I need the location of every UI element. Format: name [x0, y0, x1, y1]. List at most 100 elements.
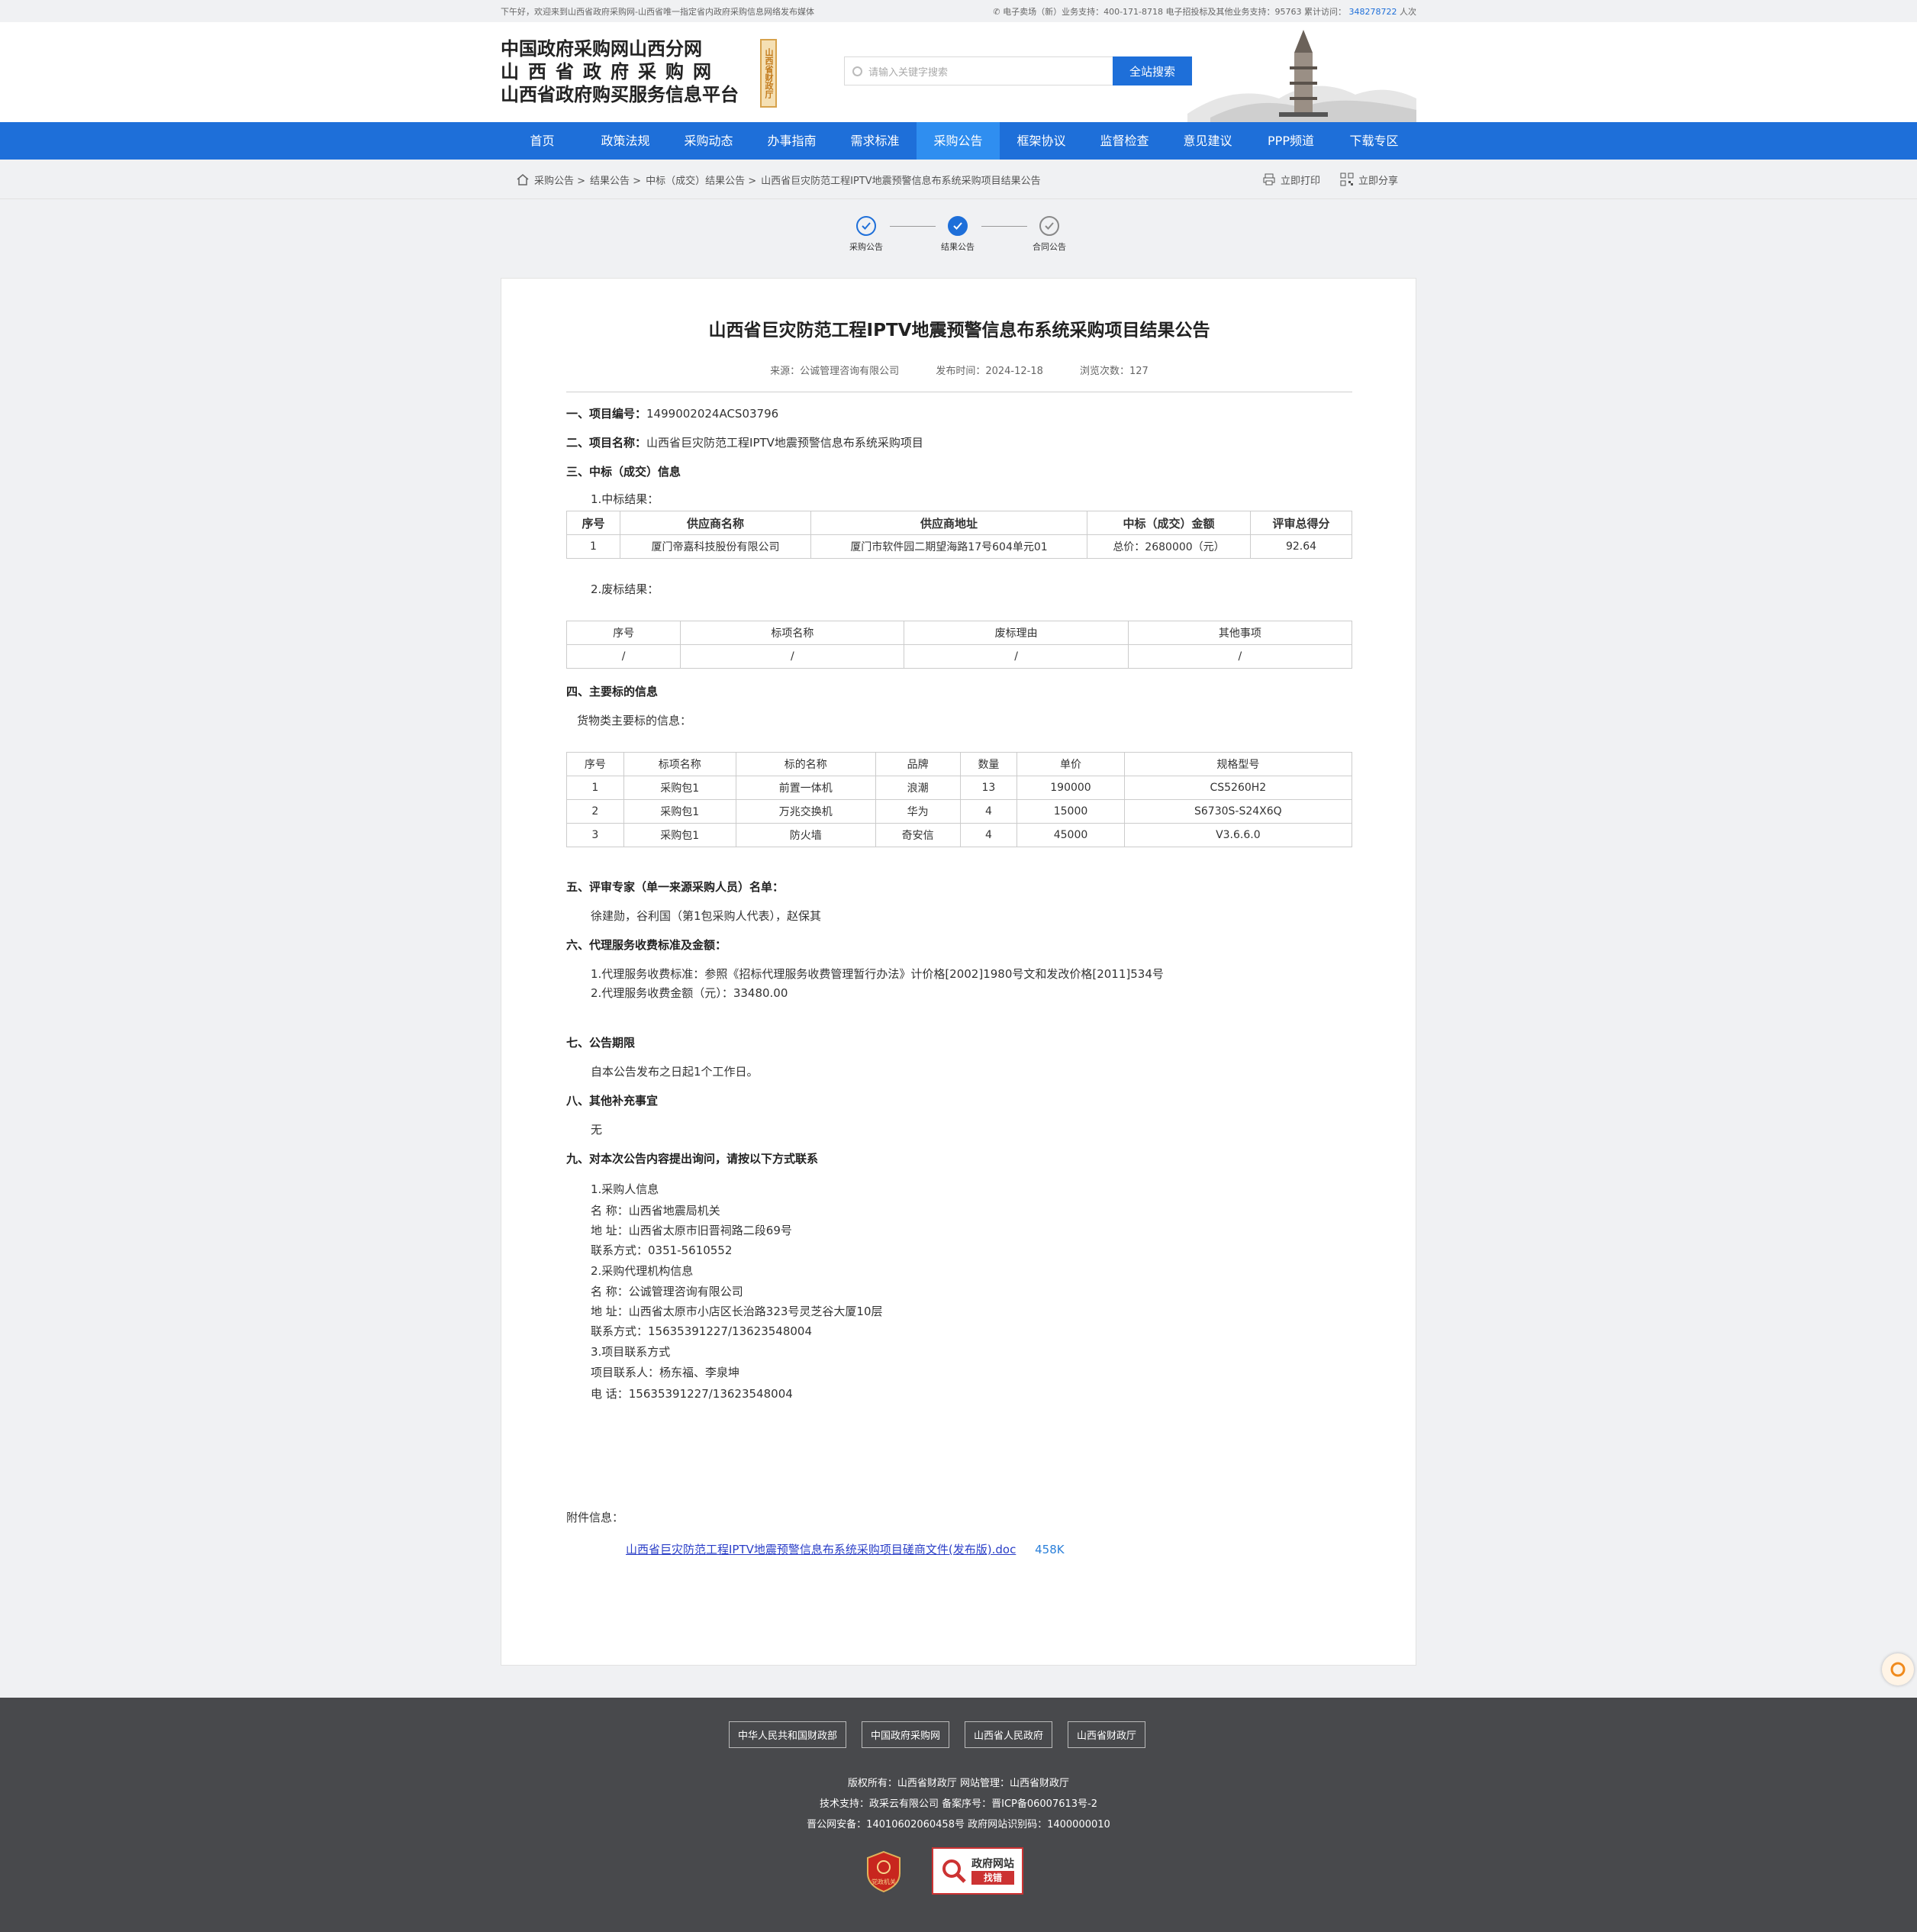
footer-copyright: 版权所有：山西省财政厅 网站管理：山西省财政厅	[847, 1778, 1070, 1789]
top-bar: 下午好，欢迎来到山西省政府采购网-山西省唯一指定省内政府采购信息网络发布媒体 ✆…	[0, 0, 1917, 22]
search-button[interactable]: 全站搜索	[1113, 56, 1192, 85]
share-button[interactable]: 立即分享	[1340, 173, 1398, 187]
contact-project-person: 项目联系人：杨东福、李泉坤	[591, 1366, 740, 1379]
contact-project-title: 3.项目联系方式	[591, 1345, 671, 1359]
breadcrumb-current: 山西省巨灾防范工程IPTV地震预警信息布系统采购项目结果公告	[761, 175, 1041, 187]
failed-table: 序号 标项名称 废标理由 其他事项 / / / /	[565, 621, 1353, 669]
welcome-text: 下午好，欢迎来到山西省政府采购网-山西省唯一指定省内政府采购信息网络发布媒体	[501, 6, 814, 17]
footer-links: 中华人民共和国财政部 中国政府采购网 山西省人民政府 山西省财政厅	[729, 1721, 1146, 1748]
party-government-badge-icon[interactable]: 党政机关	[866, 1850, 901, 1893]
nav-downloads[interactable]: 下载专区	[1332, 122, 1416, 160]
error-report-text: 政府网站 找错	[971, 1858, 1014, 1885]
other-value: 无	[591, 1123, 603, 1137]
step-contract[interactable]: 合同公告	[1019, 216, 1080, 253]
footer-record: 晋公网安备：14010602060458号 政府网站识别码：1400000010	[807, 1819, 1110, 1830]
nav-standards[interactable]: 需求标准	[833, 122, 917, 160]
project-number: 一、项目编号：1499002024ACS03796	[566, 407, 779, 421]
table-row: 1 采购包1 前置一体机 浪潮 13 190000 CS5260H2	[566, 776, 1353, 800]
phone-icon: ✆	[993, 6, 1004, 17]
section-goods: 四、主要标的信息	[566, 685, 659, 698]
footer-link-mof[interactable]: 中华人民共和国财政部	[729, 1721, 847, 1748]
print-label: 立即打印	[1280, 175, 1320, 187]
section-agency-fee: 六、代理服务收费标准及金额：	[566, 938, 727, 952]
logo-line-3: 山西省政府购买服务信息平台	[501, 83, 739, 105]
site-logo[interactable]: 中国政府采购网山西分网 山西省政府采购网 山西省政府购买服务信息平台	[501, 37, 739, 106]
breadcrumb-procurement[interactable]: 采购公告 >	[534, 173, 585, 187]
table-row: 1 厦门帝嘉科技股份有限公司 厦门市软件园二期望海路17号604单元01 总价：…	[566, 534, 1352, 559]
contact-project-phone: 电 话：15635391227/13623548004	[591, 1387, 793, 1401]
finance-dept-seal: 山西省财政厅	[760, 39, 777, 108]
article-views: 浏览次数：127	[1080, 366, 1149, 377]
nav-supervision[interactable]: 监督检查	[1083, 122, 1166, 160]
footer-tech-support: 技术支持：政采云有限公司 备案序号：晋ICP备06007613号-2	[819, 1798, 1097, 1810]
section-period: 七、公告期限	[566, 1036, 636, 1050]
table-row: 2 采购包1 万兆交换机 华为 4 15000 S6730S-S24X6Q	[566, 799, 1353, 824]
search-input[interactable]: 请输入关键字搜索	[844, 56, 1113, 85]
announcement-content: 山西省巨灾防范工程IPTV地震预警信息布系统采购项目结果公告 来源：公诚管理咨询…	[501, 278, 1416, 1666]
award-result-label: 1.中标结果：	[591, 492, 659, 506]
step-label: 合同公告	[1033, 242, 1066, 252]
print-button[interactable]: 立即打印	[1262, 173, 1320, 187]
footer-link-ccgp[interactable]: 中国政府采购网	[862, 1721, 950, 1748]
gov-site-error-report[interactable]: 政府网站 找错	[932, 1847, 1023, 1895]
contact-agency-name: 名 称：公诚管理咨询有限公司	[591, 1285, 743, 1298]
nav-feedback[interactable]: 意见建议	[1166, 122, 1249, 160]
contact-buyer-name: 名 称：山西省地震局机关	[591, 1204, 720, 1218]
section-experts: 五、评审专家（单一来源采购人员）名单：	[566, 880, 785, 894]
support-text: 电子卖场（新）业务支持：400-171-8718 电子招投标及其他业务支持：95…	[1003, 6, 1302, 17]
main-nav: 首页 政策法规 采购动态 办事指南 需求标准 采购公告 框架协议 监督检查 意见…	[0, 122, 1917, 160]
period-value: 自本公告发布之日起1个工作日。	[591, 1065, 759, 1079]
footer-link-finance-dept[interactable]: 山西省财政厅	[1068, 1721, 1146, 1748]
search-icon	[852, 66, 862, 76]
contact-buyer-phone: 联系方式：0351-5610552	[591, 1243, 733, 1257]
section-other: 八、其他补充事宜	[566, 1094, 659, 1108]
logo-line-2: 山西省政府采购网	[501, 60, 720, 82]
attachment-size: 458K	[1035, 1543, 1065, 1556]
failed-result-label: 2.废标结果：	[591, 582, 659, 596]
search-placeholder: 请输入关键字搜索	[868, 66, 949, 79]
attachment-label: 附件信息：	[566, 1511, 624, 1524]
check-icon	[948, 216, 968, 236]
article-source: 来源：公诚管理咨询有限公司	[770, 366, 900, 377]
visit-label: 累计访问：	[1304, 6, 1346, 17]
site-header: 中国政府采购网山西分网 山西省政府采购网 山西省政府购买服务信息平台 山西省财政…	[0, 22, 1917, 122]
attachment-link[interactable]: 山西省巨灾防范工程IPTV地震预警信息布系统采购项目磋商文件(发布版).doc	[626, 1543, 1016, 1556]
page-title: 山西省巨灾防范工程IPTV地震预警信息布系统采购项目结果公告	[708, 321, 1210, 340]
fee-amount: 2.代理服务收费金额（元）：33480.00	[591, 986, 788, 1000]
table-row: / / / /	[565, 644, 1353, 669]
attachment-item: 山西省巨灾防范工程IPTV地震预警信息布系统采购项目磋商文件(发布版).doc …	[626, 1541, 1065, 1557]
contact-buyer-title: 1.采购人信息	[591, 1182, 659, 1196]
nav-news[interactable]: 采购动态	[667, 122, 750, 160]
visit-count: 348278722	[1348, 6, 1397, 17]
contact-agency-address: 地 址：山西省太原市小店区长治路323号灵芝谷大厦10层	[591, 1305, 883, 1318]
nav-framework[interactable]: 框架协议	[1000, 122, 1083, 160]
goods-label: 货物类主要标的信息：	[577, 714, 692, 727]
section-contact: 九、对本次公告内容提出询问，请按以下方式联系	[566, 1152, 819, 1166]
breadcrumb-result[interactable]: 结果公告 >	[590, 173, 641, 187]
nav-guide[interactable]: 办事指南	[750, 122, 833, 160]
experts-list: 徐建勋，谷利国（第1包采购人代表），赵保其	[591, 909, 822, 923]
support-info: ✆ 电子卖场（新）业务支持：400-171-8718 电子招投标及其他业务支持：…	[993, 5, 1416, 18]
nav-home[interactable]: 首页	[501, 122, 584, 160]
home-icon[interactable]	[516, 173, 530, 185]
check-icon	[1039, 216, 1059, 236]
step-procurement[interactable]: 采购公告	[836, 216, 897, 253]
fee-standard: 1.代理服务收费标准：参照《招标代理服务收费管理暂行办法》计价格[2002]19…	[591, 967, 1164, 981]
footer-link-shanxi-gov[interactable]: 山西省人民政府	[965, 1721, 1053, 1748]
share-label: 立即分享	[1358, 175, 1398, 187]
assistant-float-icon[interactable]	[1882, 1653, 1914, 1685]
section-award-info: 三、中标（成交）信息	[566, 465, 681, 479]
progress-steps: 采购公告 结果公告 合同公告	[0, 199, 1917, 276]
nav-policy[interactable]: 政策法规	[584, 122, 667, 160]
nav-ppp[interactable]: PPP频道	[1249, 122, 1332, 160]
nav-announcements[interactable]: 采购公告	[917, 122, 1000, 160]
site-footer: 中华人民共和国财政部 中国政府采购网 山西省人民政府 山西省财政厅 版权所有：山…	[0, 1698, 1917, 1932]
table-row: 3 采购包1 防火墙 奇安信 4 45000 V3.6.6.0	[566, 823, 1353, 847]
step-result[interactable]: 结果公告	[927, 216, 988, 253]
pagoda-illustration	[1187, 30, 1416, 122]
contact-agency-phone: 联系方式：15635391227/13623548004	[591, 1324, 813, 1338]
breadcrumb-award[interactable]: 中标（成交）结果公告 >	[646, 173, 756, 187]
contact-agency-title: 2.采购代理机构信息	[591, 1264, 694, 1278]
magnifier-icon	[942, 1859, 966, 1883]
qr-code-icon	[1340, 173, 1354, 186]
